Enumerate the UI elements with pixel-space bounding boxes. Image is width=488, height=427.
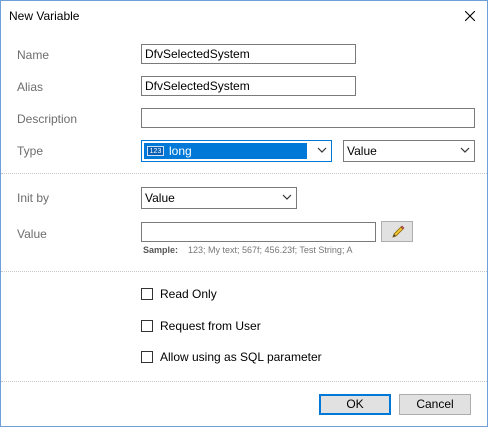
value-input[interactable] bbox=[141, 222, 376, 242]
chevron-down-icon[interactable] bbox=[460, 147, 470, 154]
cancel-button[interactable]: Cancel bbox=[399, 394, 471, 415]
description-input[interactable] bbox=[141, 108, 475, 128]
request-from-user-checkbox[interactable] bbox=[141, 320, 153, 332]
name-label: Name bbox=[17, 48, 50, 62]
alias-input[interactable]: DfvSelectedSystem bbox=[141, 76, 356, 96]
type-mode-value: Value bbox=[347, 144, 377, 158]
title-bar: New Variable bbox=[1, 1, 487, 31]
name-input[interactable]: DfvSelectedSystem bbox=[141, 44, 356, 64]
init-by-value: Value bbox=[145, 191, 175, 205]
read-only-checkbox[interactable] bbox=[141, 288, 153, 300]
request-from-user-label[interactable]: Request from User bbox=[160, 319, 261, 333]
type-label: Type bbox=[17, 144, 44, 158]
close-button[interactable] bbox=[453, 1, 487, 31]
new-variable-dialog: New Variable Name DfvSelectedSystem Alia… bbox=[0, 0, 488, 427]
numeric-type-icon: 123 bbox=[147, 146, 164, 156]
close-icon bbox=[465, 11, 475, 21]
type-value: long bbox=[169, 144, 192, 158]
section-divider bbox=[1, 271, 487, 272]
init-by-label: Init by bbox=[17, 191, 50, 205]
allow-sql-parameter-checkbox[interactable] bbox=[141, 351, 153, 363]
read-only-label[interactable]: Read Only bbox=[160, 287, 217, 301]
type-combobox[interactable]: 123 long bbox=[141, 140, 332, 162]
init-by-combobox[interactable]: Value bbox=[141, 187, 297, 209]
dialog-title: New Variable bbox=[9, 9, 80, 23]
sample-hint: Sample: 123; My text; 567f; 456.23f; Test… bbox=[143, 245, 352, 255]
description-label: Description bbox=[17, 112, 78, 126]
pencil-icon bbox=[392, 225, 405, 238]
type-mode-combobox[interactable]: Value bbox=[343, 140, 475, 162]
allow-sql-parameter-label[interactable]: Allow using as SQL parameter bbox=[160, 350, 322, 364]
chevron-down-icon[interactable] bbox=[317, 147, 327, 154]
alias-label: Alias bbox=[17, 80, 44, 94]
value-label: Value bbox=[17, 227, 47, 241]
cancel-button-label: Cancel bbox=[416, 397, 454, 411]
section-divider bbox=[1, 381, 487, 382]
sample-label: Sample: bbox=[143, 245, 179, 255]
ok-button-label: OK bbox=[346, 397, 364, 411]
ok-button[interactable]: OK bbox=[319, 394, 391, 415]
type-selected-item: 123 long bbox=[144, 143, 307, 159]
sample-text: 123; My text; 567f; 456.23f; Test String… bbox=[188, 245, 353, 255]
chevron-down-icon[interactable] bbox=[282, 194, 292, 201]
edit-value-button[interactable] bbox=[381, 221, 413, 242]
section-divider bbox=[1, 173, 487, 174]
